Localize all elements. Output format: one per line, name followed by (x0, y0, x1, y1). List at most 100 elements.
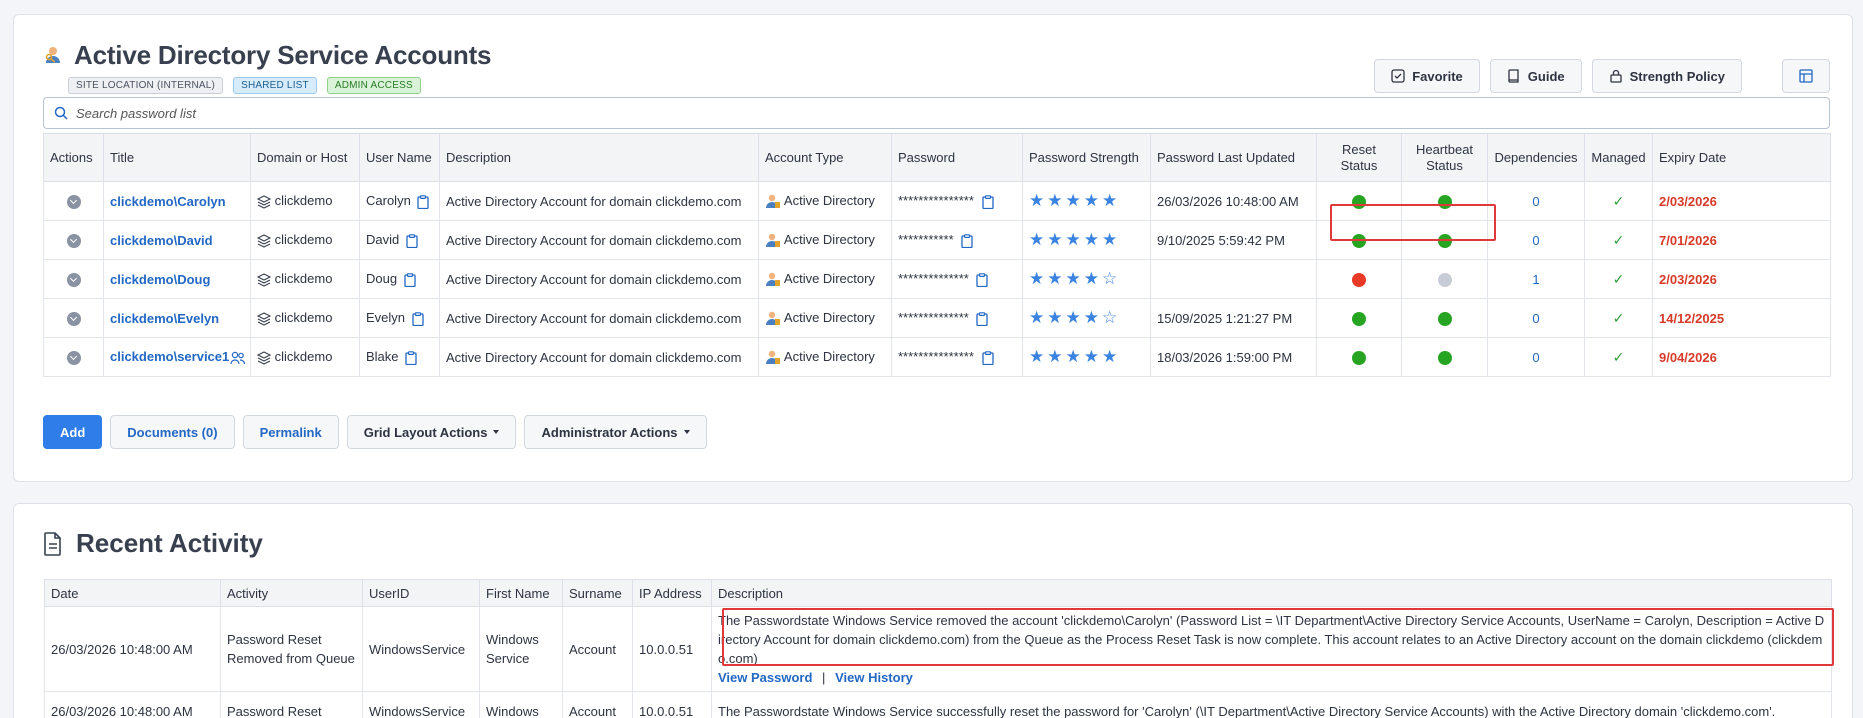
ra-col-surname[interactable]: Surname (562, 579, 633, 607)
title-link[interactable]: clickdemo\Doug (110, 272, 210, 287)
expiry-date: 9/04/2026 (1659, 349, 1717, 365)
col-dependencies[interactable]: Dependencies (1487, 133, 1585, 182)
reset-status-dot[interactable] (1352, 233, 1366, 248)
reset-status-dot[interactable] (1352, 272, 1366, 287)
favorite-button[interactable]: Favorite (1374, 59, 1480, 93)
expiry-cell: 9/04/2026 (1652, 337, 1831, 377)
username-text: Blake (366, 349, 399, 365)
col-domain[interactable]: Domain or Host (250, 133, 360, 182)
clipboard-icon[interactable] (412, 311, 424, 326)
dependencies-link[interactable]: 0 (1532, 350, 1539, 365)
active-directory-icon (766, 195, 780, 209)
password-grid: Actions Title Domain or Host User Name D… (43, 133, 1831, 377)
account-type-cell: Active Directory (758, 298, 892, 338)
view-history-link[interactable]: View History (835, 670, 913, 685)
reset-status-dot[interactable] (1352, 311, 1366, 326)
ra-first-name: Windows (479, 691, 563, 718)
account-type-cell: Active Directory (758, 220, 892, 260)
col-username[interactable]: User Name (359, 133, 440, 182)
ra-col-first-name[interactable]: First Name (479, 579, 563, 607)
documents-button[interactable]: Documents (0) (110, 415, 235, 449)
dependencies-link[interactable]: 1 (1532, 272, 1539, 287)
domain-cell: clickdemo (250, 220, 360, 260)
clipboard-icon[interactable] (406, 233, 418, 248)
col-strength[interactable]: Password Strength (1022, 133, 1151, 182)
ra-date: 26/03/2026 10:48:00 AM (44, 691, 221, 718)
heartbeat-status-cell (1401, 298, 1488, 338)
heartbeat-status-dot[interactable] (1437, 311, 1452, 326)
table-row: 26/03/2026 10:48:00 AM Password Reset Re… (44, 606, 1832, 692)
col-managed[interactable]: Managed (1584, 133, 1653, 182)
ra-col-userid[interactable]: UserID (362, 579, 480, 607)
managed-cell: ✓ (1584, 181, 1653, 221)
ra-col-date[interactable]: Date (44, 579, 221, 607)
dependencies-link[interactable]: 0 (1532, 311, 1539, 326)
title-link[interactable]: clickdemo\Carolyn (110, 194, 226, 209)
heartbeat-status-dot[interactable] (1437, 194, 1452, 209)
ra-activity: Password Reset Removed from Queue (220, 606, 363, 692)
badge-shared-list: SHARED LIST (233, 77, 317, 94)
ra-col-activity[interactable]: Activity (220, 579, 363, 607)
layout-toggle-button[interactable] (1782, 59, 1830, 93)
col-password[interactable]: Password (891, 133, 1023, 182)
row-actions-dropdown-icon[interactable] (66, 233, 81, 248)
add-button[interactable]: Add (43, 415, 103, 449)
table-row: 26/03/2026 10:48:00 AM Password Reset Wi… (44, 691, 1832, 718)
layers-icon (257, 195, 271, 209)
row-actions-dropdown-icon[interactable] (66, 350, 81, 365)
title-link[interactable]: clickdemo\Evelyn (110, 311, 219, 326)
domain-cell: clickdemo (250, 181, 360, 221)
administrator-actions-button[interactable]: Administrator Actions (524, 415, 707, 449)
reset-status-dot[interactable] (1352, 194, 1366, 209)
heartbeat-status-dot[interactable] (1437, 233, 1452, 248)
clipboard-icon[interactable] (981, 350, 994, 365)
clipboard-icon[interactable] (417, 194, 430, 209)
heartbeat-status-dot[interactable] (1437, 272, 1452, 287)
col-last-updated[interactable]: Password Last Updated (1150, 133, 1317, 182)
heartbeat-status-cell (1401, 259, 1488, 299)
col-expiry[interactable]: Expiry Date (1652, 133, 1831, 182)
col-reset-status[interactable]: Reset Status (1316, 133, 1402, 182)
title-link[interactable]: clickdemo\David (110, 233, 213, 248)
clipboard-icon[interactable] (961, 233, 973, 248)
row-actions-dropdown-icon[interactable] (66, 311, 81, 326)
reset-status-dot[interactable] (1352, 350, 1366, 365)
layers-icon (257, 312, 271, 326)
password-masked: ************** (898, 271, 969, 287)
password-cell: ************** (891, 259, 1023, 299)
strength-policy-button[interactable]: Strength Policy (1591, 59, 1742, 93)
row-actions-cell (43, 337, 104, 377)
view-password-link[interactable]: View Password (718, 670, 812, 685)
table-row: clickdemo\Evelyn clickdemo Evelyn Active… (43, 298, 1831, 338)
clipboard-icon[interactable] (404, 272, 416, 287)
col-actions[interactable]: Actions (43, 133, 104, 182)
strength-cell: ★★★★☆ (1022, 259, 1151, 299)
account-type-text: Active Directory (783, 270, 875, 286)
search-input[interactable] (76, 105, 1776, 121)
account-type-text: Active Directory (783, 309, 875, 325)
last-updated-cell: 18/03/2026 1:59:00 PM (1150, 337, 1317, 377)
heartbeat-status-dot[interactable] (1437, 350, 1452, 365)
reset-status-cell (1316, 337, 1402, 377)
grid-layout-actions-button[interactable]: Grid Layout Actions (346, 415, 517, 449)
col-title[interactable]: Title (103, 133, 251, 182)
clipboard-icon[interactable] (976, 272, 989, 287)
col-account-type[interactable]: Account Type (758, 133, 892, 182)
dependencies-link[interactable]: 0 (1532, 194, 1539, 209)
ra-col-ip[interactable]: IP Address (632, 579, 712, 607)
clipboard-icon[interactable] (405, 350, 417, 365)
row-actions-dropdown-icon[interactable] (66, 272, 81, 287)
permalink-button[interactable]: Permalink (242, 415, 339, 449)
list-badges: SITE LOCATION (INTERNAL) SHARED LIST ADM… (68, 77, 421, 94)
col-heartbeat-status[interactable]: Heartbeat Status (1401, 133, 1488, 182)
row-actions-dropdown-icon[interactable] (66, 194, 81, 209)
clipboard-icon[interactable] (981, 194, 994, 209)
dependencies-link[interactable]: 0 (1532, 233, 1539, 248)
ra-description-cell: The Passwordstate Windows Service remove… (711, 606, 1832, 692)
ra-col-description[interactable]: Description (711, 579, 1832, 607)
title-link[interactable]: clickdemo\service1 (110, 349, 229, 364)
guide-button[interactable]: Guide (1489, 59, 1582, 93)
col-description[interactable]: Description (439, 133, 759, 182)
account-type-text: Active Directory (783, 192, 875, 208)
clipboard-icon[interactable] (976, 311, 989, 326)
